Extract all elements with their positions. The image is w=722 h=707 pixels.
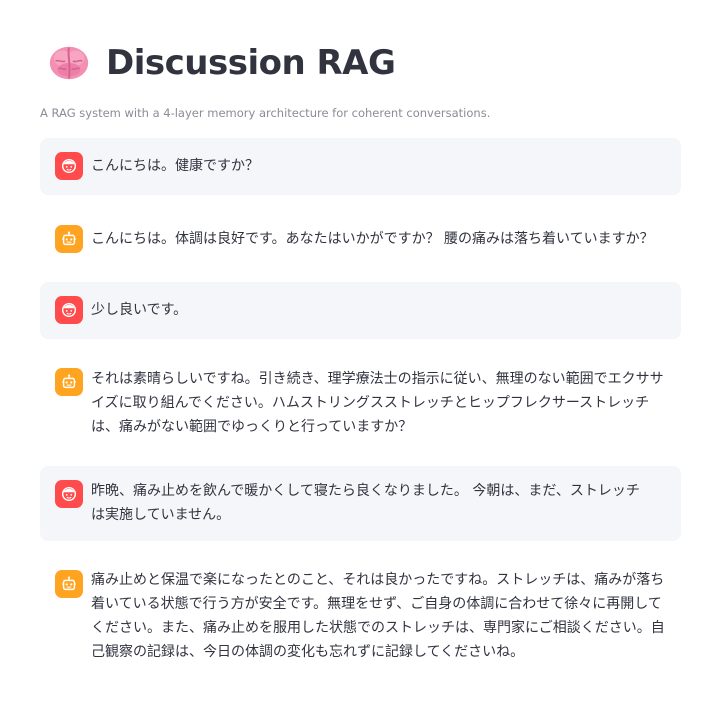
page-subtitle: A RAG system with a 4-layer memory archi… <box>40 106 491 120</box>
robot-icon <box>62 374 76 389</box>
assistant-avatar <box>55 570 83 598</box>
chat-message: こんにちは。体調は良好です。あなたはいかがですか？ 腰の痛みは落ち着いていますか… <box>40 211 681 268</box>
assistant-avatar <box>55 225 83 253</box>
robot-icon <box>62 576 76 591</box>
chat-message: それは素晴らしいですね。引き続き、理学療法士の指示に従い、無理のない範囲でエクサ… <box>40 354 681 454</box>
message-text: それは素晴らしいですね。引き続き、理学療法士の指示に従い、無理のない範囲でエクサ… <box>91 371 664 435</box>
chat-message: 昨晩、痛み止めを飲んで暖かくして寝たら良くなりました。 今朝は、まだ、ストレッチ… <box>40 466 681 541</box>
user-avatar <box>55 296 83 324</box>
app-header: Discussion RAG <box>46 40 396 86</box>
user-avatar <box>55 480 83 508</box>
user-face-icon <box>61 302 77 318</box>
chat-message: こんにちは。健康ですか？ <box>40 138 681 195</box>
message-text: こんにちは。体調は良好です。あなたはいかがですか？ 腰の痛みは落ち着いていますか… <box>91 231 654 247</box>
assistant-avatar <box>55 368 83 396</box>
message-text: こんにちは。健康ですか？ <box>91 158 259 174</box>
chat-message: 痛み止めと保温で楽になったとのこと、それは良かったですね。ストレッチは、痛みが落… <box>40 556 681 666</box>
user-face-icon <box>61 158 77 174</box>
brain-emoji-icon <box>49 46 89 80</box>
message-text: 昨晩、痛み止めを飲んで暖かくして寝たら良くなりました。 今朝は、まだ、ストレッチ… <box>91 483 640 523</box>
robot-icon <box>62 231 76 246</box>
user-face-icon <box>61 486 77 502</box>
page-title: Discussion RAG <box>106 43 396 83</box>
user-avatar <box>55 152 83 180</box>
message-text: 痛み止めと保温で楽になったとのこと、それは良かったですね。ストレッチは、痛みが落… <box>91 572 665 660</box>
message-text: 少し良いです。 <box>91 302 188 318</box>
chat-message: 少し良いです。 <box>40 282 681 339</box>
